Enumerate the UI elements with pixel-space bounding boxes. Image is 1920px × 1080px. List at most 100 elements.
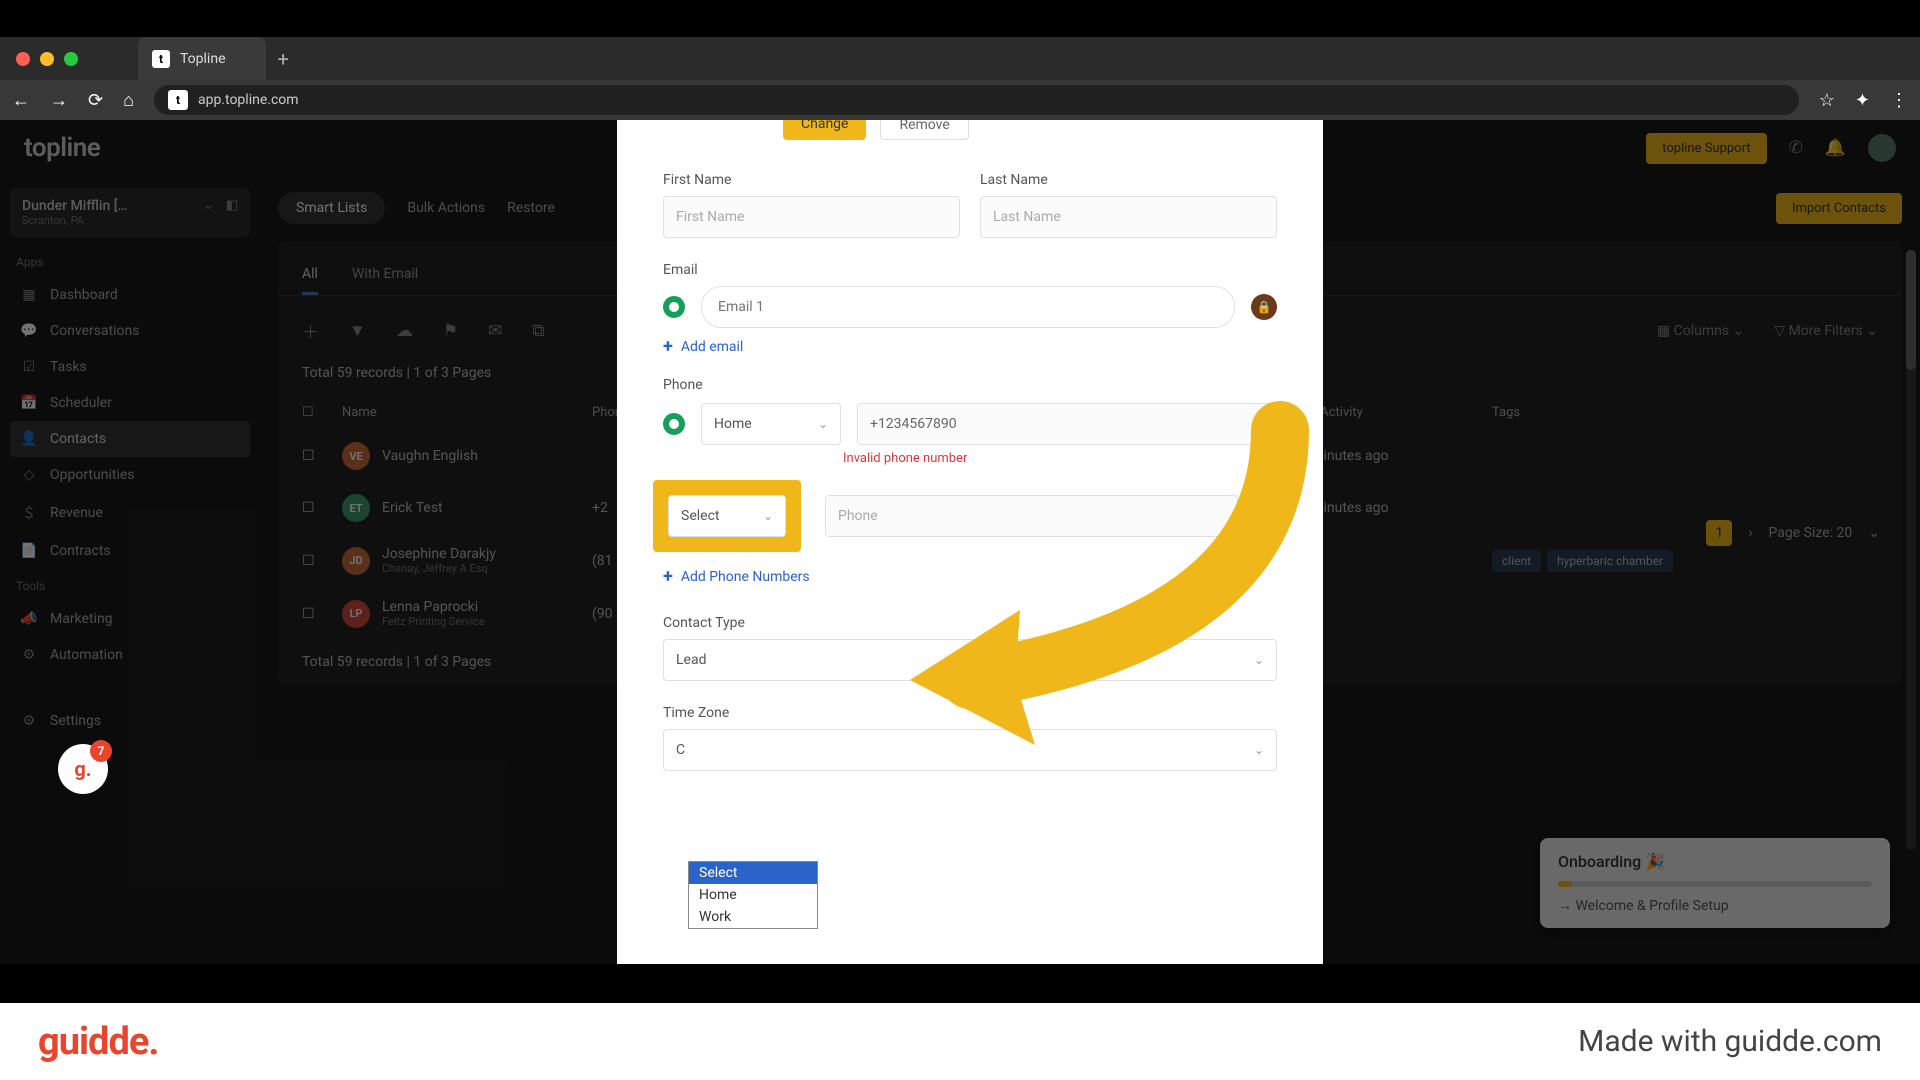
page-size-select[interactable]: Page Size: 20 [1769,525,1853,541]
primary-email-radio[interactable] [663,296,685,318]
phone-number-input[interactable] [857,403,1277,445]
col-name[interactable]: Name [342,405,592,420]
sidebar-item-contacts[interactable]: 👤Contacts [10,421,250,457]
more-filters-button[interactable]: ▽ More Filters ⌄ [1774,323,1878,339]
made-with-text: Made with guidde.com [1578,1024,1882,1059]
import-contacts-button[interactable]: Import Contacts [1776,193,1902,224]
chevron-down-icon: ⌄ [203,198,214,213]
panel-icon[interactable]: ◧ [226,198,238,213]
page-number[interactable]: 1 [1706,520,1732,546]
chevron-down-icon: ⌄ [818,417,828,431]
sidebar-item-scheduler[interactable]: 📅Scheduler [10,385,250,421]
menu-icon[interactable]: ⋮ [1890,90,1908,111]
filter-icon[interactable]: ▼ [349,321,366,341]
plus-icon: + [663,566,673,587]
chevron-down-icon: ⌄ [1254,743,1264,757]
tab-all[interactable]: All [302,256,318,295]
progress-bar [1558,881,1872,887]
scrollbar[interactable] [1906,250,1916,850]
tab-favicon-icon: t [152,50,170,68]
sidebar-item-marketing[interactable]: 📣Marketing [10,601,250,637]
timezone-select[interactable]: C⌄ [663,729,1277,771]
mail-icon[interactable]: ✉ [488,321,502,341]
avatar-icon: VE [342,442,370,470]
email-input[interactable] [701,286,1235,328]
sidebar-item-settings[interactable]: ⚙Settings [10,703,250,739]
badge-count: 7 [90,740,112,762]
browser-tab[interactable]: t Topline [138,37,266,80]
phone-number-input-2[interactable] [825,495,1238,537]
add-email-link[interactable]: +Add email [663,336,1277,357]
copy-icon[interactable]: ⧉ [532,321,544,341]
avatar-icon: ET [342,494,370,522]
extensions-icon[interactable]: ✦ [1855,90,1870,111]
app-brand: topline [24,133,100,163]
chat-icon: 💬 [20,323,38,339]
mac-minimize-icon[interactable] [40,52,54,66]
contracts-icon: 📄 [20,543,38,559]
bookmark-icon[interactable]: ☆ [1819,90,1835,111]
mac-close-icon[interactable] [16,52,30,66]
change-button[interactable]: Change [783,120,866,140]
avatar-icon: LP [342,600,370,628]
columns-button[interactable]: ▦ Columns ⌄ [1657,323,1744,339]
sidebar-item-tasks[interactable]: ☑Tasks [10,349,250,385]
next-page-icon[interactable]: › [1748,525,1752,541]
automation-icon: ⚙ [20,647,38,663]
contact-type-select[interactable]: Lead⌄ [663,639,1277,681]
revenue-icon: ＄ [20,503,38,523]
tag-chip[interactable]: client [1492,550,1541,572]
address-bar[interactable]: t app.topline.com [154,85,1799,115]
select-all-checkbox[interactable]: ☐ [302,405,314,420]
dropdown-option-work[interactable]: Work [689,906,817,928]
mac-zoom-icon[interactable] [64,52,78,66]
workspace-sub: Scranton, PA [22,214,127,227]
dropdown-option-home[interactable]: Home [689,884,817,906]
sidebar-item-automation[interactable]: ⚙Automation [10,637,250,673]
first-name-input[interactable] [663,196,960,238]
sidebar-item-conversations[interactable]: 💬Conversations [10,313,250,349]
reload-button[interactable]: ⟳ [88,90,103,111]
back-button[interactable]: ← [12,90,30,111]
add-icon[interactable]: ＋ [302,318,319,343]
tab-with-email[interactable]: With Email [352,256,418,295]
phone-type-select-2[interactable]: Select⌄ [668,495,786,537]
support-button[interactable]: topline Support [1646,133,1766,164]
delete-icon[interactable]: 🗑 [1254,506,1277,527]
phone-icon[interactable]: ✆ [1789,138,1803,158]
tag-chip[interactable]: hyperbaric chamber [1547,550,1673,572]
phone-type-dropdown[interactable]: Select Home Work [688,861,818,929]
cloud-icon[interactable]: ☁ [396,321,413,341]
forward-button[interactable]: → [50,90,68,111]
sidebar-item-contracts[interactable]: 📄Contracts [10,533,250,569]
flag-icon[interactable]: ⚑ [443,321,458,341]
user-avatar[interactable] [1868,134,1896,162]
last-name-input[interactable] [980,196,1277,238]
bulk-actions-link[interactable]: Bulk Actions [407,200,485,216]
contacts-icon: 👤 [20,431,38,447]
smart-lists-pill[interactable]: Smart Lists [278,192,385,224]
url-text: app.topline.com [198,92,299,108]
first-name-label: First Name [663,172,960,188]
phone-type-select[interactable]: Home⌄ [701,403,841,445]
restore-link[interactable]: Restore [507,200,555,216]
primary-phone-radio[interactable] [663,413,685,435]
col-tags[interactable]: Tags [1492,405,1878,420]
onboarding-toast[interactable]: Onboarding 🎉 → Welcome & Profile Setup [1540,838,1890,928]
phone-label: Phone [663,377,1277,393]
home-button[interactable]: ⌂ [123,90,134,111]
contact-type-label: Contact Type [663,615,1277,631]
remove-button[interactable]: Remove [880,120,968,140]
tasks-icon: ☑ [20,359,38,375]
workspace-switcher[interactable]: Dunder Mifflin [… Scranton, PA ⌄ ◧ [10,188,250,237]
sidebar-item-opportunities[interactable]: ◇Opportunities [10,457,250,493]
dropdown-option-select[interactable]: Select [689,862,817,884]
new-tab-button[interactable]: + [278,47,289,71]
guidde-badge[interactable]: g.7 [58,744,108,794]
sidebar-item-revenue[interactable]: ＄Revenue [10,493,250,533]
settings-icon: ⚙ [20,713,38,729]
bell-icon[interactable]: 🔔 [1825,138,1846,158]
dashboard-icon: ▦ [20,287,38,303]
add-phone-link[interactable]: +Add Phone Numbers [663,566,1277,587]
sidebar-item-dashboard[interactable]: ▦Dashboard [10,277,250,313]
